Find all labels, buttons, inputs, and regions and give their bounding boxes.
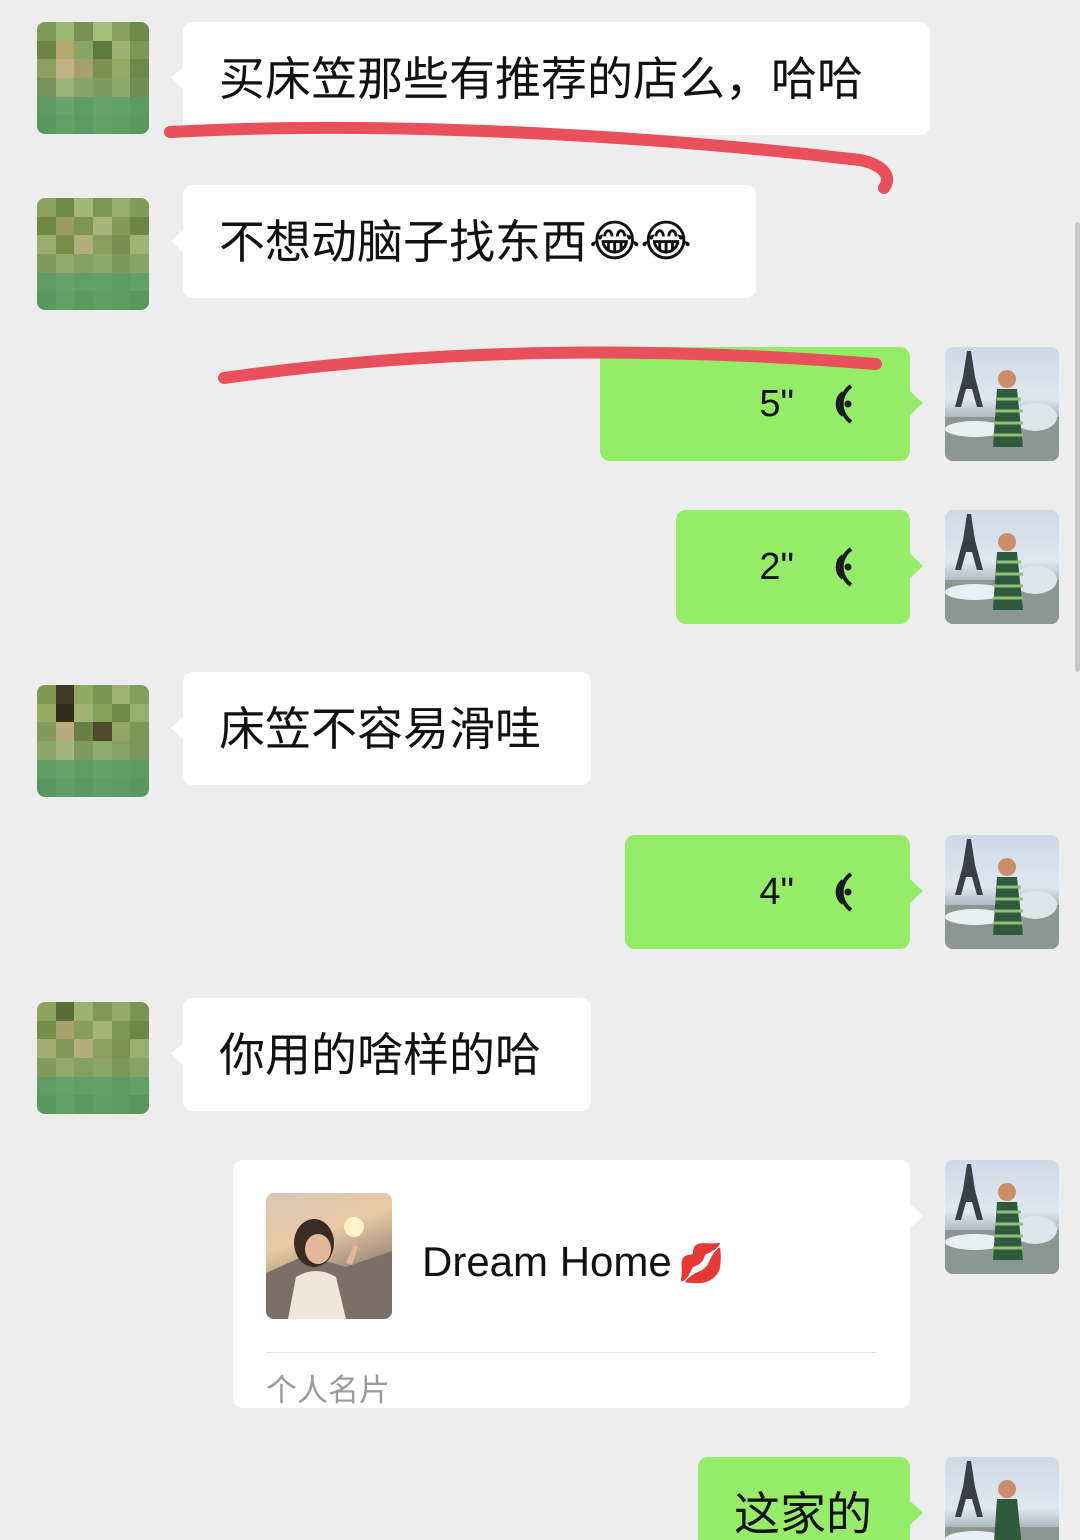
eiffel-photo xyxy=(945,835,1059,949)
contact-name: Dream Home 💋 xyxy=(422,1238,726,1285)
voice-message-bubble[interactable]: 5" xyxy=(600,347,923,461)
message-text: 不想动脑子找东西 xyxy=(219,214,587,269)
pixelated-avatar-1 xyxy=(37,22,149,134)
message-text: 床笠不容易滑哇 xyxy=(219,701,541,756)
pixelated-avatar-4 xyxy=(37,1002,149,1114)
eiffel-photo xyxy=(945,510,1059,624)
my-avatar[interactable] xyxy=(945,1457,1059,1540)
my-avatar[interactable] xyxy=(945,1160,1059,1274)
card-type-label: 个人名片 xyxy=(266,1373,390,1409)
annotation-underline-1 xyxy=(164,121,894,194)
contact-avatar[interactable] xyxy=(37,22,149,134)
eiffel-photo xyxy=(945,1160,1059,1274)
my-avatar[interactable] xyxy=(945,835,1059,949)
incoming-message-bubble[interactable]: 床笠不容易滑哇 xyxy=(171,672,591,785)
outgoing-message-bubble[interactable]: 这家的 xyxy=(698,1457,923,1540)
voice-wave-icon xyxy=(835,547,853,587)
voice-wave-icon xyxy=(835,872,853,912)
voice-message-bubble[interactable]: 4" xyxy=(625,835,923,949)
lips-emoji-icon: 💋 xyxy=(677,1243,726,1285)
incoming-message-bubble[interactable]: 买床笠那些有推荐的店么，哈哈 xyxy=(171,22,930,135)
scrollbar[interactable] xyxy=(1075,222,1080,672)
message-text: 这家的 xyxy=(734,1486,872,1540)
voice-wave-icon xyxy=(835,384,853,424)
incoming-message-bubble[interactable]: 你用的啥样的哈 xyxy=(171,998,591,1111)
my-avatar[interactable] xyxy=(945,510,1059,624)
contact-avatar[interactable] xyxy=(37,1002,149,1114)
eiffel-photo xyxy=(945,347,1059,461)
incoming-message-bubble[interactable]: 不想动脑子找东西 😂😂 xyxy=(171,185,756,298)
contact-card[interactable]: Dream Home 💋 个人名片 xyxy=(233,1160,923,1409)
pixelated-avatar-3 xyxy=(37,685,149,797)
message-text: 你用的啥样的哈 xyxy=(219,1027,541,1082)
voice-duration: 2" xyxy=(759,546,794,588)
eiffel-photo xyxy=(945,1457,1059,1540)
voice-message-bubble[interactable]: 2" xyxy=(676,510,923,624)
voice-duration: 5" xyxy=(759,383,794,425)
my-avatar[interactable] xyxy=(945,347,1059,461)
card-divider xyxy=(266,1352,877,1353)
laughing-emoji-icon: 😂😂 xyxy=(589,215,692,267)
message-text: 买床笠那些有推荐的店么，哈哈 xyxy=(219,51,863,106)
contact-avatar[interactable] xyxy=(37,198,149,310)
pixelated-avatar-2 xyxy=(37,198,149,310)
contact-avatar xyxy=(266,1193,392,1319)
voice-duration: 4" xyxy=(759,871,794,913)
contact-avatar[interactable] xyxy=(37,685,149,797)
